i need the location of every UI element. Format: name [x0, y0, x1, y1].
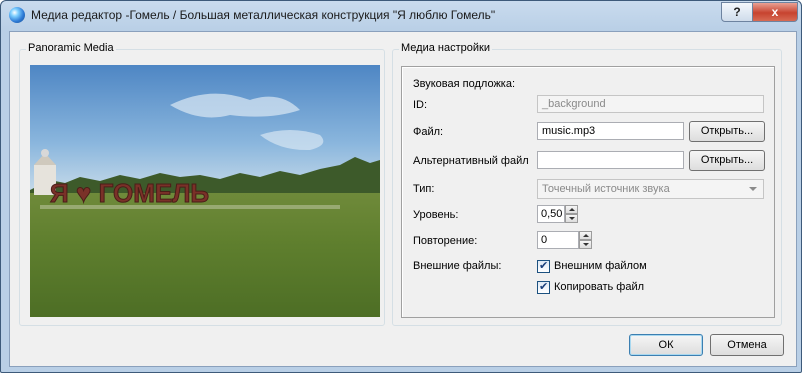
copy-file-checkbox-label[interactable]: Копировать файл — [554, 281, 644, 293]
level-label: Уровень: — [413, 209, 459, 221]
alt-file-field[interactable] — [537, 151, 684, 169]
level-up-arrow-icon[interactable] — [565, 205, 578, 214]
chevron-down-icon — [749, 187, 757, 191]
repeat-label: Повторение: — [413, 235, 478, 247]
sound-section-label: Звуковая подложка: — [413, 78, 516, 90]
sign-letters: Я ♥ ГОМЕЛЬ — [50, 178, 209, 208]
media-editor-window: Медиа редактор -Гомель / Большая металли… — [0, 0, 802, 373]
file-open-button[interactable]: Открыть... — [689, 121, 765, 142]
external-file-checkbox-label[interactable]: Внешним файлом — [554, 260, 647, 272]
close-button[interactable]: x — [752, 2, 798, 22]
level-field[interactable]: 0,50 — [537, 205, 565, 223]
level-spinner[interactable]: 0,50 — [537, 205, 579, 223]
media-settings-title: Медиа настройки — [399, 42, 492, 54]
ok-button[interactable]: ОК — [629, 334, 703, 356]
repeat-spinner[interactable]: 0 — [537, 231, 593, 249]
repeat-down-arrow-icon[interactable] — [579, 240, 592, 249]
repeat-up-arrow-icon[interactable] — [579, 231, 592, 240]
alt-file-label: Альтернативный файл — [413, 155, 529, 167]
id-field[interactable]: _background — [537, 95, 764, 113]
app-icon — [9, 7, 25, 23]
file-field[interactable]: music.mp3 — [537, 122, 684, 140]
repeat-field[interactable]: 0 — [537, 231, 579, 249]
type-select[interactable]: Точечный источник звука — [537, 179, 764, 199]
panorama-preview-image[interactable]: Я ♥ ГОМЕЛЬ — [30, 65, 380, 317]
external-files-label: Внешние файлы: — [413, 260, 502, 272]
id-label: ID: — [413, 99, 428, 111]
type-label: Тип: — [413, 183, 435, 195]
type-select-value: Точечный источник звука — [542, 183, 670, 195]
title-bar[interactable]: Медиа редактор -Гомель / Большая металли… — [1, 1, 801, 27]
window-title: Медиа редактор -Гомель / Большая металли… — [31, 8, 496, 22]
level-down-arrow-icon[interactable] — [565, 214, 578, 223]
help-button[interactable]: ? — [721, 2, 753, 22]
panorama-image: Я ♥ ГОМЕЛЬ — [30, 65, 380, 317]
panoramic-media-title: Panoramic Media — [26, 42, 116, 54]
file-label: Файл: — [413, 126, 444, 138]
copy-file-checkbox[interactable] — [537, 280, 550, 294]
dialog-client-area: Panoramic Media Я ♥ ГОМЕЛЬ Медиа настрой… — [9, 31, 797, 367]
external-file-checkbox[interactable] — [537, 259, 550, 273]
alt-file-open-button[interactable]: Открыть... — [689, 150, 765, 171]
cancel-button[interactable]: Отмена — [710, 334, 784, 356]
